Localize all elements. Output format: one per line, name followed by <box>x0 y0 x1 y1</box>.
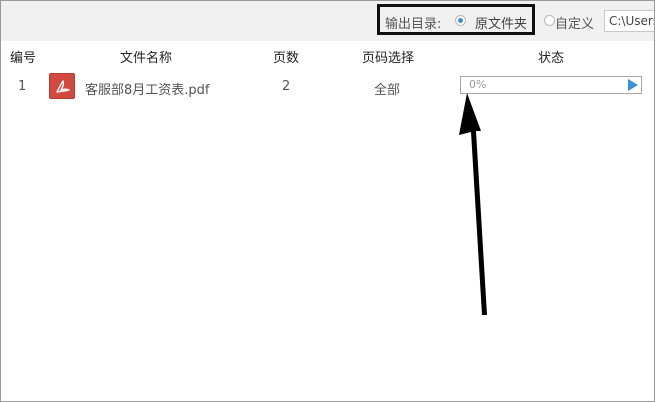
progress-text: 0% <box>469 78 487 91</box>
row-number: 1 <box>18 79 27 94</box>
column-header-pages[interactable]: 页数 <box>273 47 299 66</box>
converter-window: 输出目录: 原文件夹 自定义 C:\Users 编号 文件名称 页数 页码选择 … <box>0 0 655 402</box>
conversion-progress-bar: 0% <box>460 76 642 94</box>
file-table-header: 编号 文件名称 页数 页码选择 状态 <box>1 41 654 69</box>
output-path-input[interactable]: C:\Users <box>604 10 654 32</box>
pdf-file-icon <box>49 73 75 99</box>
column-header-status[interactable]: 状态 <box>538 47 564 66</box>
page-selection[interactable]: 全部 <box>374 79 400 98</box>
page-count: 2 <box>282 79 291 94</box>
column-header-file-name[interactable]: 文件名称 <box>120 47 172 66</box>
option-custom-folder-label[interactable]: 自定义 <box>555 13 594 32</box>
annotation-highlight-box <box>377 4 535 35</box>
column-header-page-selection[interactable]: 页码选择 <box>362 47 414 66</box>
play-icon[interactable] <box>628 79 638 91</box>
table-row[interactable]: 1 客服部8月工资表.pdf 2 全部 0% <box>1 71 654 103</box>
file-name: 客服部8月工资表.pdf <box>85 83 210 98</box>
output-directory-bar: 输出目录: 原文件夹 自定义 C:\Users <box>1 1 654 41</box>
radio-custom-folder[interactable] <box>544 15 555 26</box>
column-header-number[interactable]: 编号 <box>10 47 36 66</box>
